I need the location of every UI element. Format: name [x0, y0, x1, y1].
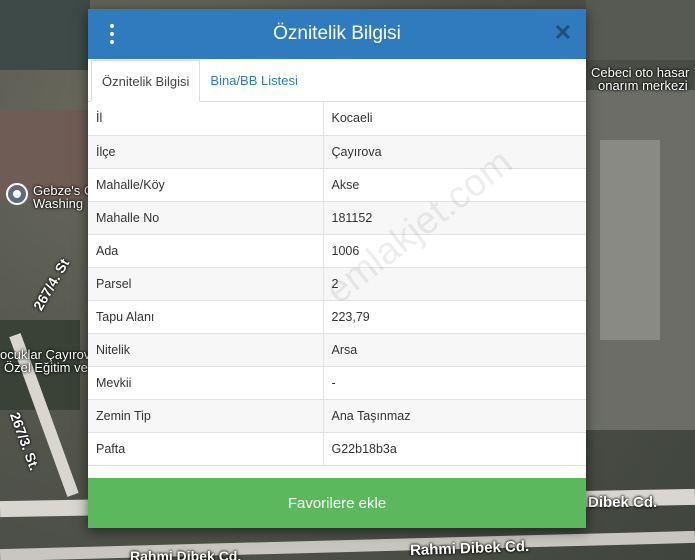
attr-key: İl: [88, 102, 324, 136]
attr-value: 2: [323, 267, 586, 301]
table-row: Pafta G22b18b3a: [88, 432, 586, 466]
table-row: Ada 1006: [88, 234, 586, 268]
attribute-table: İl Kocaeli İlçe Çayırova Mahalle/Köy Akse M…: [88, 102, 586, 466]
attr-value: Ana Taşınmaz: [323, 399, 586, 433]
attr-key: Parsel: [88, 267, 324, 301]
attr-value: 1006: [323, 234, 586, 268]
attribute-dialog: Öznitelik Bilgisi ✕ Öznitelik Bilgisi Bi…: [88, 9, 586, 528]
table-row: Mahalle/Köy Akse: [88, 168, 586, 202]
attr-key: Nitelik: [88, 333, 324, 367]
dialog-header: Öznitelik Bilgisi ✕: [88, 9, 586, 59]
tab-building-list[interactable]: Bina/BB Listesi: [200, 60, 307, 101]
table-row: Mahalle No 181152: [88, 201, 586, 235]
add-to-favorites-button[interactable]: Favorilere ekle: [88, 478, 586, 528]
map-label: Özel Eğitim ve: [4, 360, 88, 375]
close-icon[interactable]: ✕: [554, 21, 572, 45]
street-label: 267/3. St.: [6, 410, 43, 473]
table-row: Mevkii -: [88, 366, 586, 400]
attr-key: Pafta: [88, 432, 324, 466]
tab-bar: Öznitelik Bilgisi Bina/BB Listesi: [88, 59, 586, 102]
dialog-title: Öznitelik Bilgisi: [273, 23, 401, 44]
map-label: Washing: [33, 196, 84, 211]
street-label: Dibek Cd.: [588, 494, 658, 511]
table-row: İlçe Çayırova: [88, 135, 586, 169]
attr-key: Mahalle No: [88, 201, 324, 235]
tab-attribute-info[interactable]: Öznitelik Bilgisi: [91, 60, 201, 102]
attr-value: Arsa: [323, 333, 586, 367]
street-label: Rahmi Dibek Cd.: [130, 548, 242, 560]
attr-value: Kocaeli: [323, 102, 586, 136]
attribute-table-container[interactable]: İl Kocaeli İlçe Çayırova Mahalle/Köy Akse M…: [88, 102, 586, 479]
map-pin-icon[interactable]: [6, 183, 28, 205]
attr-value: Akse: [323, 168, 586, 202]
table-row: Tapu Alanı 223,79: [88, 300, 586, 334]
table-row: Zemin Tip Ana Taşınmaz: [88, 399, 586, 433]
table-row: İl Kocaeli: [88, 102, 586, 136]
attr-value: Çayırova: [323, 135, 586, 169]
attr-key: Ada: [88, 234, 324, 268]
attr-value: -: [323, 366, 586, 400]
table-row: Nitelik Arsa: [88, 333, 586, 367]
attr-value: G22b18b3a: [323, 432, 586, 466]
attr-key: İlçe: [88, 135, 324, 169]
attr-value: 223,79: [323, 300, 586, 334]
street-label: 267/4. St: [30, 255, 73, 313]
attr-key: Zemin Tip: [88, 399, 324, 433]
map-label: onarım merkezi: [598, 78, 688, 93]
attr-key: Mevkii: [88, 366, 324, 400]
attr-value: 181152: [323, 201, 586, 235]
vertical-dots-icon[interactable]: [108, 24, 116, 44]
attr-key: Mahalle/Köy: [88, 168, 324, 202]
attr-key: Tapu Alanı: [88, 300, 324, 334]
street-label: Rahmi Dibek Cd.: [409, 537, 530, 560]
table-row: Parsel 2: [88, 267, 586, 301]
